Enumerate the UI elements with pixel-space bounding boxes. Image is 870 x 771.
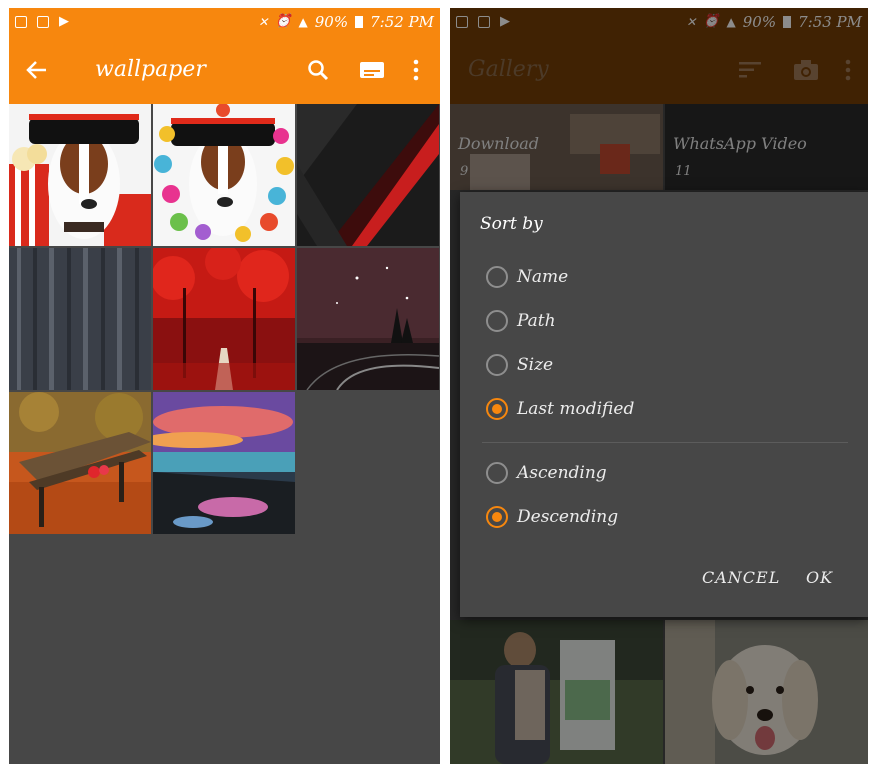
thumbnail-steel-wall[interactable] [9, 248, 151, 390]
thumbnail-night-road[interactable] [297, 248, 439, 390]
thumbnail-autumn-bench[interactable] [9, 392, 151, 534]
radio-checked-icon[interactable] [486, 506, 508, 528]
back-button[interactable] [17, 50, 57, 90]
more-vert-icon [413, 59, 419, 80]
image-notification-icon [37, 15, 49, 28]
option-label: Descending [517, 507, 619, 527]
right-screen: ▶ ✕ ⏰ ▲ 90% 7:53 PM Gallery Download 9 W… [450, 8, 868, 764]
option-label: Name [517, 267, 569, 287]
page-title: wallpaper [95, 57, 206, 82]
radio-unchecked-icon[interactable] [486, 310, 508, 332]
thumbnail-purple-sunset[interactable] [153, 392, 295, 534]
order-option-descending[interactable]: Descending [486, 502, 618, 532]
clock: 7:52 PM [370, 12, 434, 31]
option-label: Ascending [517, 463, 607, 483]
option-label: Size [517, 355, 554, 375]
ok-button[interactable]: OK [806, 568, 833, 587]
back-arrow-icon [26, 60, 46, 79]
radio-checked-icon[interactable] [486, 398, 508, 420]
signal-icon: ▲ [298, 14, 308, 29]
status-bar: ▶ ✕ ⏰ ▲ 90% 7:52 PM [9, 8, 440, 35]
thumbnail-carbon-red[interactable] [297, 104, 439, 246]
battery-icon [355, 15, 364, 28]
overflow-menu-button[interactable] [396, 50, 436, 90]
option-label: Last modified [517, 399, 635, 419]
dialog-title: Sort by [480, 214, 543, 234]
sort-option-last-modified[interactable]: Last modified [486, 394, 634, 424]
thumbnail-dog-popcorn[interactable] [9, 104, 151, 246]
mute-icon: ✕ [258, 14, 269, 29]
toolbar: wallpaper [9, 35, 440, 104]
alarm-icon: ⏰ [275, 14, 292, 29]
sort-option-name[interactable]: Name [486, 262, 568, 292]
slideshow-icon [360, 61, 384, 78]
sort-dialog: Sort by Name Path Size Last modified Asc… [460, 192, 868, 617]
thumbnail-red-forest[interactable] [153, 248, 295, 390]
cancel-button[interactable]: CANCEL [702, 568, 780, 587]
radio-unchecked-icon[interactable] [486, 354, 508, 376]
search-button[interactable] [298, 50, 338, 90]
sort-option-path[interactable]: Path [486, 306, 556, 336]
sort-option-size[interactable]: Size [486, 350, 553, 380]
dialog-divider [482, 442, 848, 443]
notification-icon [15, 15, 27, 28]
radio-unchecked-icon[interactable] [486, 462, 508, 484]
radio-unchecked-icon[interactable] [486, 266, 508, 288]
battery-percent: 90% [314, 12, 349, 31]
order-option-ascending[interactable]: Ascending [486, 458, 607, 488]
flag-icon: ▶ [59, 14, 69, 29]
option-label: Path [517, 311, 556, 331]
search-icon [308, 59, 329, 80]
left-screen: ▶ ✕ ⏰ ▲ 90% 7:52 PM wallpaper [9, 8, 440, 764]
slideshow-button[interactable] [352, 50, 392, 90]
thumbnail-dog-flowers[interactable] [153, 104, 295, 246]
